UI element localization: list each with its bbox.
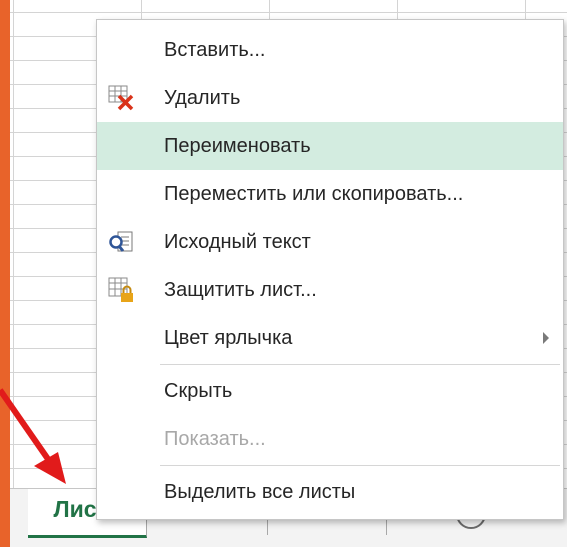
menu-item-insert-label: Вставить... — [164, 39, 266, 61]
delete-sheet-icon — [108, 85, 134, 111]
menu-item-delete[interactable]: Удалить — [97, 74, 563, 122]
protect-sheet-icon — [108, 277, 133, 302]
menu-item-tab-color[interactable]: Цвет ярлычка — [97, 314, 563, 362]
menu-item-move-copy[interactable]: Переместить или скопировать... — [97, 170, 563, 218]
menu-item-tab-color-label: Цвет ярлычка — [164, 327, 293, 349]
menu-item-protect-sheet-label: Защитить лист... — [164, 279, 317, 301]
red-pointer-arrow-icon — [0, 388, 66, 484]
view-code-icon — [109, 231, 133, 252]
menu-item-unhide: Показать... — [97, 415, 563, 463]
menu-item-hide[interactable]: Скрыть — [97, 367, 563, 415]
sheet-context-menu: Вставить... Удалить Переименовать Переме… — [96, 19, 564, 520]
menu-item-insert[interactable]: Вставить... — [97, 26, 563, 74]
menu-separator — [160, 465, 560, 466]
menu-separator — [160, 364, 560, 365]
menu-item-delete-label: Удалить — [164, 87, 241, 109]
menu-item-select-all-sheets-label: Выделить все листы — [164, 481, 356, 503]
menu-item-move-copy-label: Переместить или скопировать... — [164, 183, 464, 205]
menu-item-view-code-label: Исходный текст — [164, 231, 311, 253]
menu-item-rename[interactable]: Переименовать — [97, 122, 563, 170]
menu-item-rename-label: Переименовать — [164, 135, 311, 157]
menu-item-select-all-sheets[interactable]: Выделить все листы — [97, 468, 563, 516]
menu-item-unhide-label: Показать... — [164, 428, 266, 450]
submenu-arrow-icon — [543, 332, 549, 344]
menu-item-view-code[interactable]: Исходный текст — [97, 218, 563, 266]
menu-item-hide-label: Скрыть — [164, 380, 233, 402]
menu-item-protect-sheet[interactable]: Защитить лист... — [97, 266, 563, 314]
